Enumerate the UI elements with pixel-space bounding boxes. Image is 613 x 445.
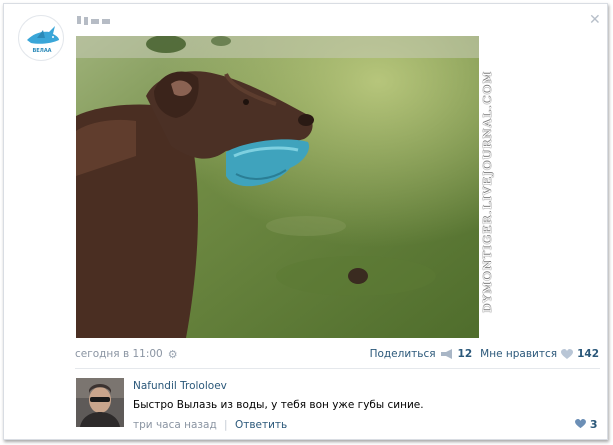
megaphone-icon[interactable] [440, 348, 454, 360]
post-timestamp[interactable]: сегодня в 11:00 [75, 348, 163, 360]
watermark-text: DYMONTIGER.LIVEJOURNAL.COM [480, 70, 495, 314]
community-avatar[interactable]: ВЕЛАА [18, 15, 64, 61]
comment-heart-icon[interactable] [575, 419, 586, 429]
comment-like-count: 3 [589, 418, 598, 431]
post-photo[interactable] [76, 36, 479, 338]
divider [75, 368, 600, 369]
post-actions: Поделиться 12 Мне нравится 142 [370, 346, 603, 362]
like-count: 142 [577, 348, 599, 360]
reply-button[interactable]: Ответить [235, 419, 287, 431]
post-author-name[interactable]: ▮▮▮▮ [77, 14, 111, 26]
post-meta: сегодня в 11:00 ⚙ [75, 346, 178, 362]
like-button[interactable]: Мне нравится [480, 348, 557, 360]
gear-icon[interactable]: ⚙ [168, 348, 178, 361]
comment-meta: три часа назад | Ответить [133, 419, 287, 431]
comment-time[interactable]: три часа назад [133, 419, 217, 431]
close-icon[interactable]: ✕ [589, 12, 601, 28]
logo-text: ВЕЛАА [32, 48, 51, 54]
comment-likes[interactable]: 3 [575, 418, 598, 431]
comment-text: Быстро Вылазь из воды, у тебя вон уже гу… [133, 399, 424, 411]
shark-logo-icon: ВЕЛАА [27, 26, 59, 54]
comment-separator: | [224, 419, 228, 431]
share-count: 12 [457, 348, 473, 360]
comment-author[interactable]: Nafundil Trololoev [133, 380, 227, 392]
heart-icon[interactable] [561, 348, 574, 360]
avatar[interactable] [76, 378, 124, 427]
share-button[interactable]: Поделиться [370, 348, 436, 360]
